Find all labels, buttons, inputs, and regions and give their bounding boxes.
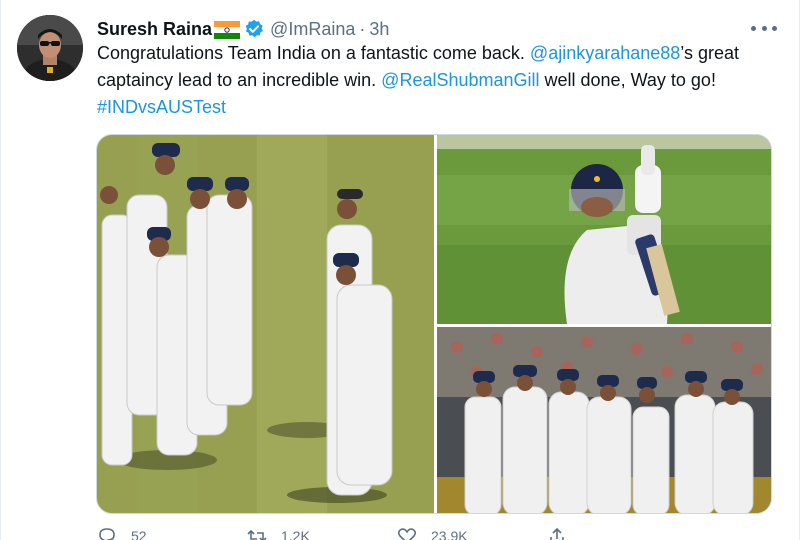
like-count: 23.9K — [431, 528, 468, 540]
avatar[interactable] — [17, 15, 83, 81]
tweet-text-part: well done, Way to go! — [539, 70, 716, 90]
separator-dot: · — [359, 18, 366, 39]
media-photo-team-celebration[interactable] — [97, 135, 434, 513]
more-options-icon[interactable] — [751, 18, 777, 38]
media-grid — [96, 134, 772, 514]
reply-button[interactable]: 52 — [97, 527, 247, 540]
mention-link[interactable]: @RealShubmanGill — [381, 70, 539, 90]
tweet-text-part: Congratulations Team India on a fantasti… — [97, 43, 530, 63]
tweet-timestamp[interactable]: 3h — [369, 19, 389, 40]
reply-count: 52 — [131, 528, 147, 540]
share-icon — [550, 527, 564, 540]
tweet-actions: 52 1.2K 23.9K — [97, 526, 697, 540]
author-name[interactable]: Suresh Raina — [97, 19, 212, 40]
like-icon — [397, 528, 417, 540]
tweet-card[interactable]: Suresh Raina @ImRaina · 3h Congratulatio… — [0, 0, 800, 540]
media-photo-batsman[interactable] — [437, 135, 771, 324]
reply-icon — [99, 528, 115, 540]
media-photo-team-huddle[interactable] — [437, 327, 771, 513]
author-handle[interactable]: @ImRaina — [270, 19, 355, 40]
india-flag-icon — [214, 21, 241, 39]
retweet-icon — [247, 529, 267, 540]
mention-link[interactable]: @ajinkyarahane88 — [530, 43, 680, 63]
like-button[interactable]: 23.9K — [397, 527, 547, 540]
share-button[interactable] — [547, 527, 697, 540]
tweet-text: Congratulations Team India on a fantasti… — [97, 40, 787, 121]
verified-badge-icon — [244, 19, 264, 39]
retweet-button[interactable]: 1.2K — [247, 527, 397, 540]
retweet-count: 1.2K — [281, 528, 310, 540]
hashtag-link[interactable]: #INDvsAUSTest — [97, 97, 226, 117]
